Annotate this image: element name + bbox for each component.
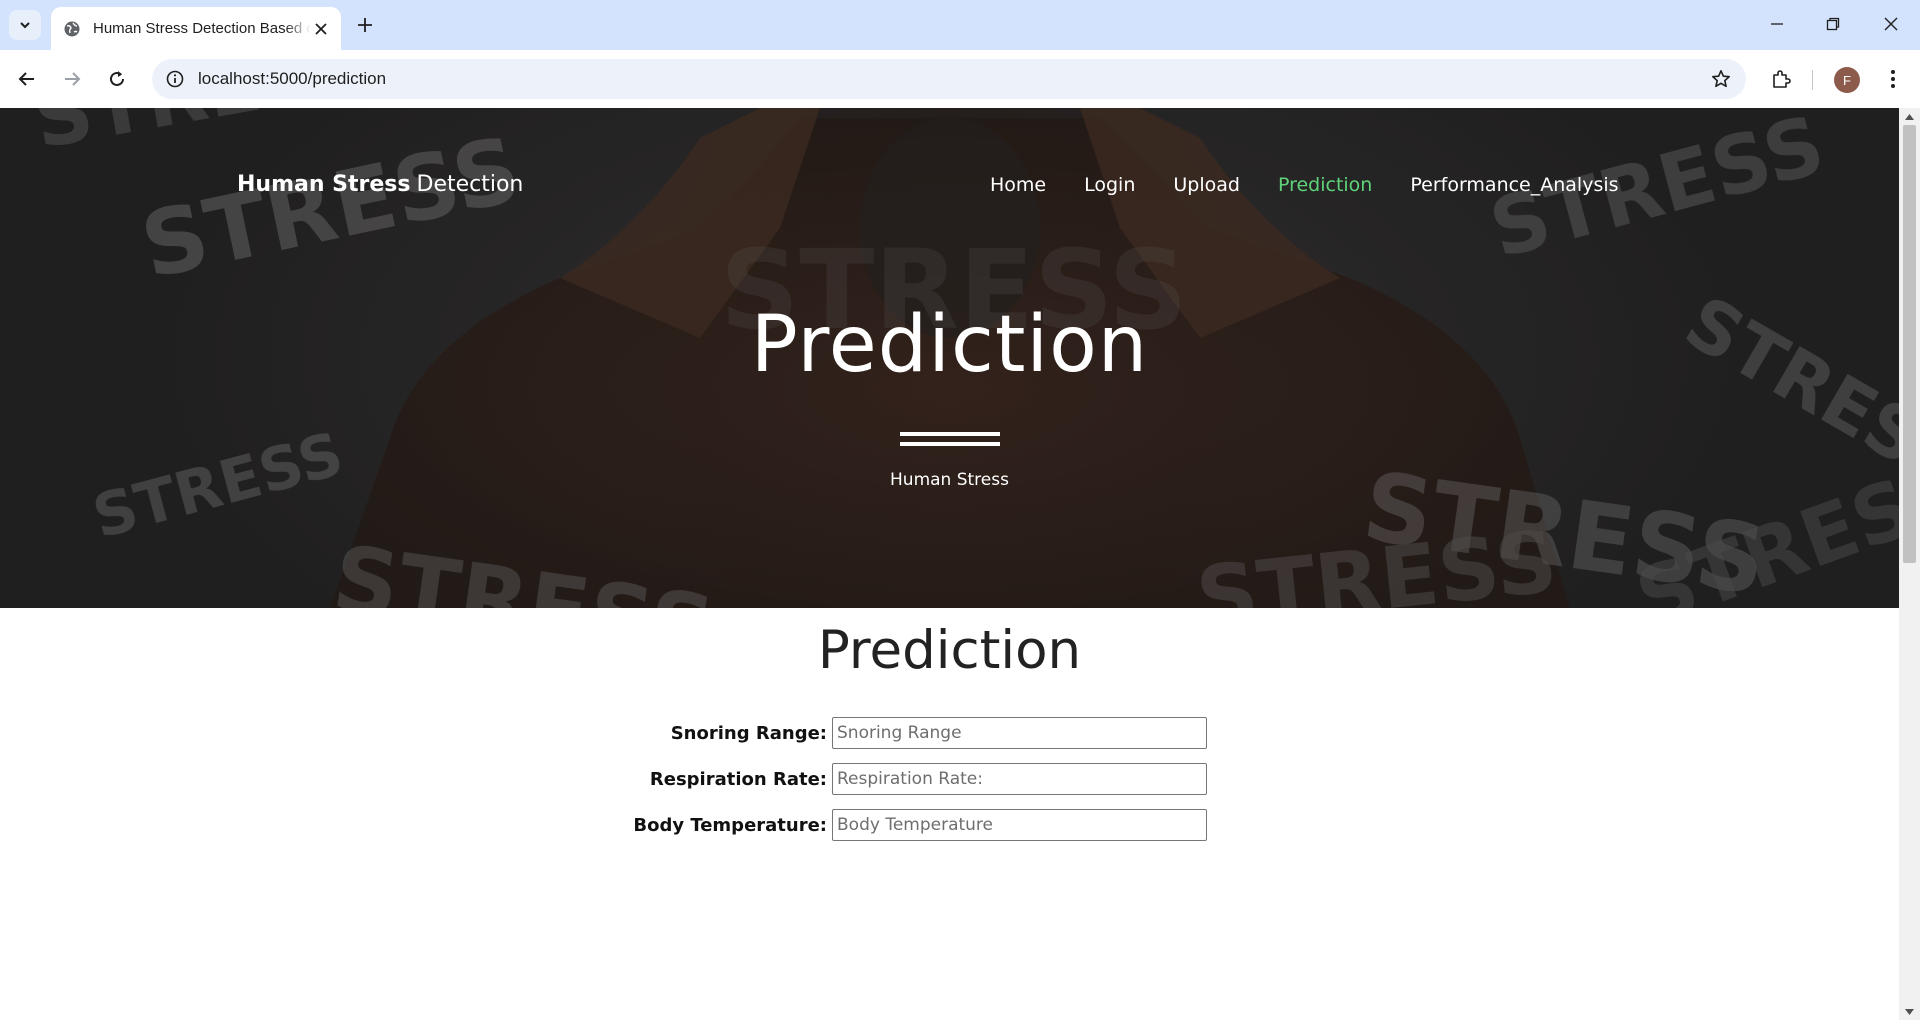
- close-window-button[interactable]: [1868, 8, 1914, 40]
- nav-link-prediction[interactable]: Prediction: [1278, 174, 1372, 196]
- nav-link-performance-analysis[interactable]: Performance_Analysis: [1410, 174, 1618, 196]
- browser-tab-active[interactable]: Human Stress Detection Based on Sleeping…: [51, 7, 341, 50]
- browser-toolbar: localhost:5000/prediction F: [0, 50, 1920, 108]
- hero-title: Prediction: [750, 300, 1149, 390]
- address-bar[interactable]: localhost:5000/prediction: [152, 59, 1746, 99]
- toolbar-separator: [1812, 70, 1813, 90]
- respiration-rate-input[interactable]: [832, 763, 1207, 795]
- reload-button[interactable]: [100, 62, 134, 96]
- brand-light-text: Detection: [416, 172, 524, 197]
- tab-search-button[interactable]: [9, 10, 41, 40]
- form-row-snoring-range: Snoring Range:: [0, 717, 1210, 749]
- snoring-range-input[interactable]: [832, 717, 1207, 749]
- scroll-up-button[interactable]: [1899, 108, 1920, 125]
- hero-subtitle: Human Stress: [890, 470, 1009, 490]
- tab-close-button[interactable]: [311, 19, 331, 39]
- restore-button[interactable]: [1810, 8, 1856, 40]
- tab-title: Human Stress Detection Based on Sleeping…: [93, 20, 312, 37]
- nav-link-home[interactable]: Home: [990, 174, 1046, 196]
- section-title: Prediction: [817, 620, 1082, 681]
- hero-divider: [900, 432, 1000, 448]
- triangle-down-icon: [1905, 1008, 1914, 1015]
- body-temperature-input[interactable]: [832, 809, 1207, 841]
- hero-divider-line-bottom: [900, 442, 1000, 446]
- plus-icon: [358, 18, 372, 32]
- chevron-down-icon: [20, 22, 30, 29]
- form-row-body-temperature: Body Temperature:: [0, 809, 1210, 841]
- minimize-icon: [1771, 23, 1783, 25]
- site-info-button[interactable]: [162, 66, 188, 92]
- menu-button[interactable]: [1878, 64, 1908, 94]
- scrollbar-thumb[interactable]: [1903, 125, 1916, 563]
- url-text: localhost:5000/prediction: [198, 69, 387, 88]
- hero-banner: STRESS STRESS STRESS STRESS STRESS STRES…: [0, 108, 1899, 608]
- info-icon: [166, 70, 184, 88]
- bookmark-button[interactable]: [1708, 66, 1734, 92]
- triangle-up-icon: [1905, 113, 1914, 120]
- star-icon: [1712, 70, 1730, 88]
- nav-link-login[interactable]: Login: [1084, 174, 1135, 196]
- profile-avatar[interactable]: F: [1834, 67, 1860, 93]
- forward-button[interactable]: [55, 62, 89, 96]
- close-icon: [315, 22, 327, 35]
- more-vert-icon: [1891, 70, 1895, 88]
- arrow-right-icon: [65, 72, 81, 86]
- snoring-range-label: Snoring Range:: [670, 722, 827, 744]
- hero-divider-line-top: [900, 432, 1000, 436]
- new-tab-button[interactable]: [352, 12, 378, 38]
- browser-tabstrip: Human Stress Detection Based on Sleeping…: [0, 0, 1920, 50]
- extensions-button[interactable]: [1766, 64, 1796, 94]
- back-button[interactable]: [10, 62, 44, 96]
- page-viewport: STRESS STRESS STRESS STRESS STRESS STRES…: [0, 108, 1920, 1020]
- globe-icon: [64, 21, 80, 36]
- puzzle-icon: [1773, 70, 1791, 88]
- brand-strong-text: Human Stress: [237, 172, 411, 197]
- form-row-respiration-rate: Respiration Rate:: [0, 763, 1210, 795]
- respiration-rate-label: Respiration Rate:: [649, 768, 827, 790]
- restore-icon: [1826, 17, 1840, 31]
- main-navigation: Home Login Upload Prediction Performance…: [990, 174, 1619, 196]
- site-logo[interactable]: Human Stress Detection: [237, 172, 523, 197]
- body-temperature-label: Body Temperature:: [633, 814, 827, 836]
- scroll-down-button[interactable]: [1899, 1003, 1920, 1020]
- page-scrollbar[interactable]: [1899, 108, 1920, 1020]
- close-icon: [1884, 17, 1898, 31]
- reload-icon: [110, 71, 124, 86]
- arrow-left-icon: [18, 72, 34, 86]
- nav-link-upload[interactable]: Upload: [1173, 174, 1240, 196]
- minimize-button[interactable]: [1754, 8, 1800, 40]
